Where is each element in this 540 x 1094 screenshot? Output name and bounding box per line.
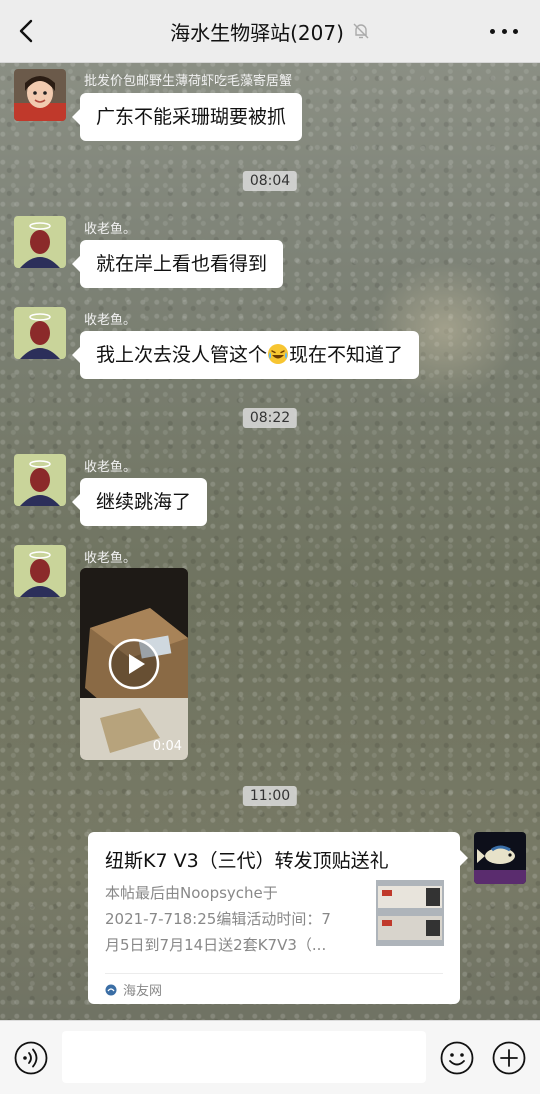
timestamp: 08:04: [242, 171, 298, 191]
title-wrap: 海水生物驿站(207): [0, 0, 540, 62]
message-bubble[interactable]: 继续跳海了: [71, 478, 208, 526]
sender-name: 批发价包邮野生薄荷虾吃毛藻寄居蟹: [84, 74, 293, 89]
avatar[interactable]: [14, 216, 66, 268]
card-desc-line: 本帖最后由Noopsyche于: [105, 884, 278, 902]
haiyou-logo-icon: [105, 984, 117, 995]
sender-name: 收老鱼。: [84, 313, 137, 328]
bell-off-icon: [353, 23, 369, 39]
card-source: 海友网: [105, 980, 162, 999]
video-message[interactable]: 0:04: [80, 568, 188, 760]
plus-icon[interactable]: [492, 1041, 526, 1075]
avatar[interactable]: [14, 69, 66, 121]
timestamp: 08:22: [242, 408, 298, 428]
play-icon[interactable]: [108, 638, 160, 690]
timestamp: 11:00: [242, 786, 298, 806]
card-thumbnail: [376, 880, 444, 946]
crying-laughing-emoji: [268, 344, 289, 364]
link-card[interactable]: 纽斯K7 V3（三代）转发顶贴送礼 本帖最后由Noopsyche于 2021-7…: [88, 832, 468, 1004]
message-input[interactable]: [62, 1031, 426, 1083]
message-text-after: 现在不知道了: [289, 344, 404, 366]
card-divider: [105, 973, 443, 974]
message-bubble[interactable]: 我上次去没人管这个 现在不知道了: [71, 331, 420, 379]
avatar[interactable]: [474, 832, 526, 884]
emoji-icon[interactable]: [440, 1041, 474, 1075]
more-dots-icon[interactable]: [490, 20, 518, 42]
voice-icon[interactable]: [14, 1041, 48, 1075]
sender-name: 收老鱼。: [84, 551, 137, 566]
chat-header: 海水生物驿站(207): [0, 0, 540, 63]
page-title: 海水生物驿站(207): [170, 20, 344, 45]
card-description: 本帖最后由Noopsyche于 2021-7-718:25编辑活动时间：7 月5…: [105, 880, 355, 958]
card-desc-line: 月5日到7月14日送2套K7V3（...: [105, 936, 327, 954]
message-text-before: 我上次去没人管这个: [96, 344, 268, 366]
card-title: 纽斯K7 V3（三代）转发顶贴送礼: [105, 850, 389, 872]
card-desc-line: 2021-7-718:25编辑活动时间：7: [105, 910, 331, 928]
avatar[interactable]: [14, 307, 66, 359]
sender-name: 收老鱼。: [84, 222, 137, 237]
sender-name: 收老鱼。: [84, 460, 137, 475]
message-bubble[interactable]: 广东不能采珊瑚要被抓: [71, 93, 303, 141]
card-source-name: 海友网: [123, 984, 163, 999]
video-duration: 0:04: [152, 739, 182, 754]
avatar[interactable]: [14, 454, 66, 506]
input-bar: [0, 1020, 540, 1094]
avatar[interactable]: [14, 545, 66, 597]
message-bubble[interactable]: 就在岸上看也看得到: [71, 240, 284, 288]
background-glow: [370, 260, 520, 400]
